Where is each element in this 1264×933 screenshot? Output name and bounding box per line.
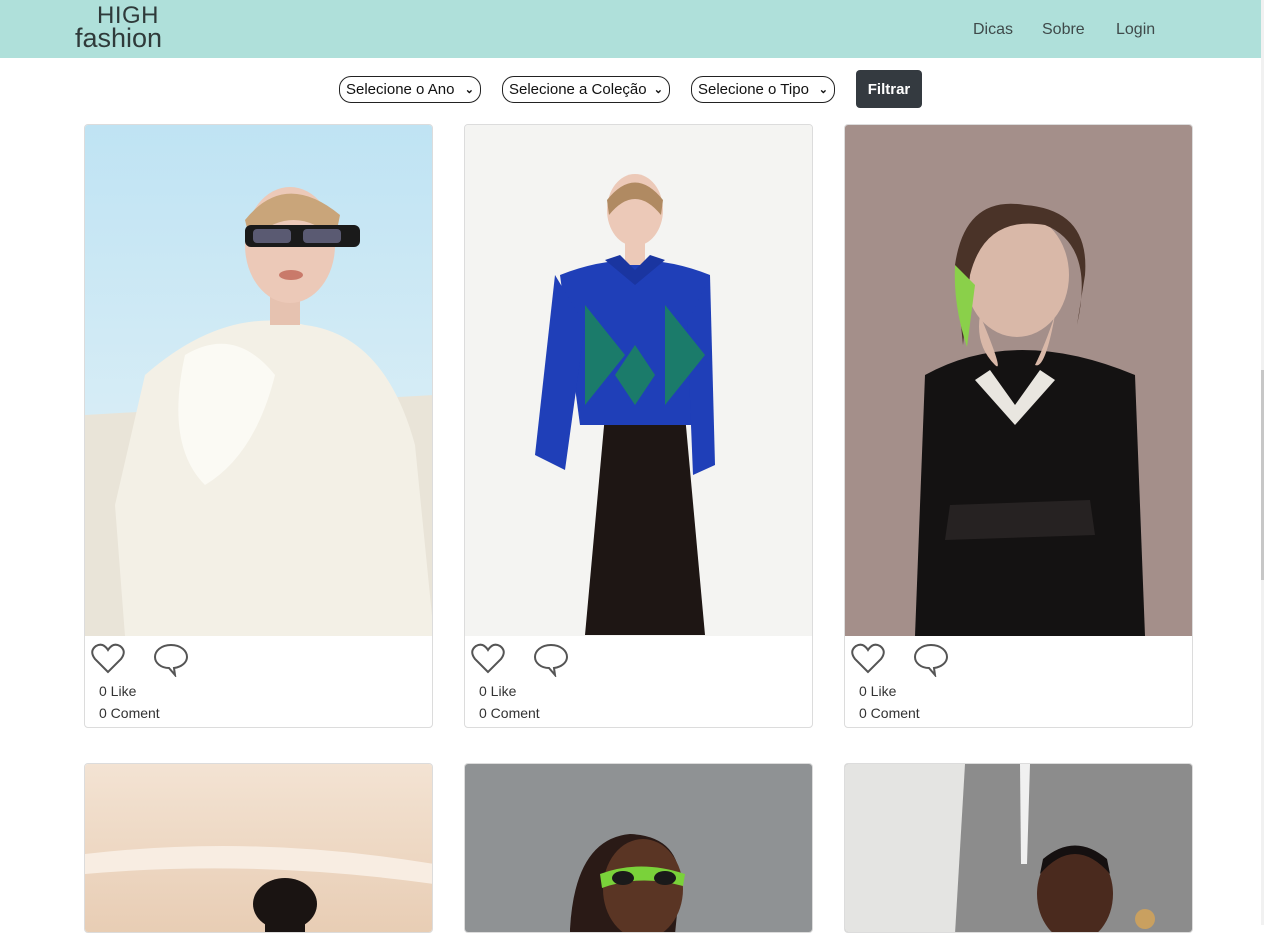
comment-count: 0 Coment <box>99 705 160 721</box>
type-select-value: Selecione o Tipo <box>698 81 809 98</box>
filter-button[interactable]: Filtrar <box>856 70 922 108</box>
nav-link-sobre[interactable]: Sobre <box>1042 21 1085 39</box>
collection-select-value: Selecione a Coleção <box>509 81 647 98</box>
post-photo[interactable] <box>85 125 432 636</box>
post-photo[interactable] <box>85 764 432 932</box>
post-card: 0 Like 0 Coment <box>84 124 433 728</box>
year-select-value: Selecione o Ano <box>346 81 455 98</box>
post-card <box>844 763 1193 933</box>
post-actions <box>851 643 971 679</box>
like-count: 0 Like <box>479 683 517 699</box>
post-card: 0 Like 0 Coment <box>464 124 813 728</box>
comment-bubble-icon[interactable] <box>913 643 949 677</box>
post-card: 0 Like 0 Coment <box>844 124 1193 728</box>
post-card <box>84 763 433 933</box>
post-card <box>464 763 813 933</box>
post-photo[interactable] <box>465 125 812 636</box>
post-actions <box>471 643 591 679</box>
top-navbar: HIGH fashion Dicas Sobre Login <box>0 0 1261 58</box>
like-count: 0 Like <box>99 683 137 699</box>
chevron-down-icon: ⌄ <box>818 84 828 96</box>
post-photo[interactable] <box>465 764 812 932</box>
post-photo[interactable] <box>845 125 1192 636</box>
comment-bubble-icon[interactable] <box>153 643 189 677</box>
logo-line2: fashion <box>75 23 163 53</box>
post-photo[interactable] <box>845 764 1192 932</box>
heart-icon[interactable] <box>851 643 885 675</box>
post-actions <box>91 643 211 679</box>
year-select[interactable]: Selecione o Ano ⌄ <box>339 76 481 103</box>
comment-count: 0 Coment <box>859 705 920 721</box>
nav-link-login[interactable]: Login <box>1116 21 1155 39</box>
high-fashion-logo[interactable]: HIGH fashion <box>75 2 185 54</box>
type-select[interactable]: Selecione o Tipo ⌄ <box>691 76 835 103</box>
collection-select[interactable]: Selecione a Coleção ⌄ <box>502 76 670 103</box>
chevron-down-icon: ⌄ <box>653 84 663 96</box>
heart-icon[interactable] <box>91 643 125 675</box>
nav-link-dicas[interactable]: Dicas <box>973 21 1013 39</box>
comment-count: 0 Coment <box>479 705 540 721</box>
comment-bubble-icon[interactable] <box>533 643 569 677</box>
like-count: 0 Like <box>859 683 897 699</box>
chevron-down-icon: ⌄ <box>464 84 474 96</box>
heart-icon[interactable] <box>471 643 505 675</box>
